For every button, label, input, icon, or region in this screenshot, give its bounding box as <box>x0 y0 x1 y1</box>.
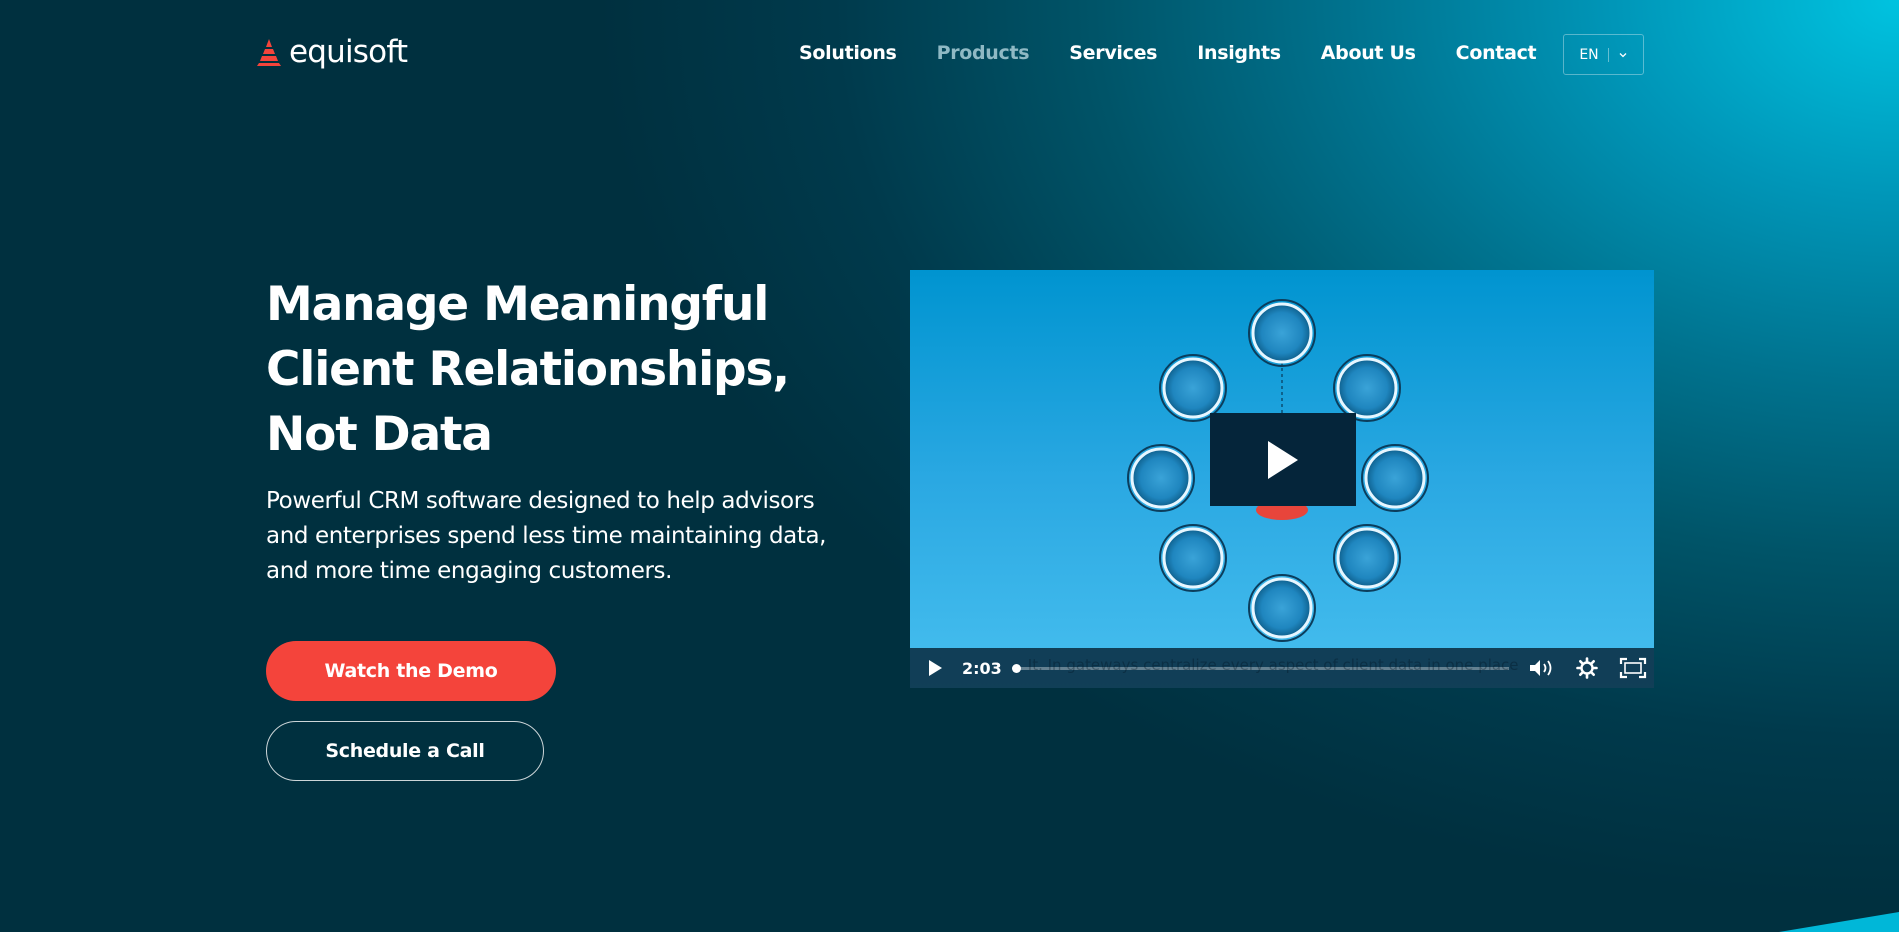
video-time: 2:03 <box>962 658 1002 678</box>
language-selector[interactable]: EN <box>1563 34 1644 75</box>
main-nav: Solutions Products Services Insights Abo… <box>799 42 1576 64</box>
video-caption: It. In gateways centralize every aspect … <box>1027 655 1519 674</box>
big-play-button[interactable] <box>1210 413 1356 506</box>
nav-item-solutions[interactable]: Solutions <box>799 42 897 64</box>
decorative-edge <box>1779 912 1899 932</box>
play-icon[interactable] <box>926 659 944 677</box>
video-player[interactable]: 2:03 It. In gateways centralize every as… <box>910 270 1654 688</box>
nav-item-contact[interactable]: Contact <box>1456 42 1537 64</box>
nav-item-insights[interactable]: Insights <box>1197 42 1281 64</box>
nav-item-services[interactable]: Services <box>1069 42 1157 64</box>
watch-demo-button[interactable]: Watch the Demo <box>266 641 556 701</box>
hero-title: Manage Meaningful Client Relationships, … <box>266 277 790 462</box>
nav-item-products[interactable]: Products <box>937 42 1030 64</box>
language-label: EN <box>1579 46 1599 63</box>
hero-subtitle: Powerful CRM software designed to help a… <box>266 488 827 584</box>
progress-handle[interactable] <box>1011 663 1021 673</box>
chevron-down-icon <box>1619 52 1627 57</box>
video-progress-bar[interactable]: It. In gateways centralize every aspect … <box>1011 656 1519 674</box>
gear-icon[interactable] <box>1573 657 1601 679</box>
equisoft-logo-icon <box>257 39 281 66</box>
logo-text: equisoft <box>289 34 408 70</box>
nav-item-about-us[interactable]: About Us <box>1321 42 1416 64</box>
video-controls: 2:03 It. In gateways centralize every as… <box>910 648 1654 688</box>
fullscreen-icon[interactable] <box>1619 657 1647 679</box>
schedule-call-button[interactable]: Schedule a Call <box>266 721 544 781</box>
volume-icon[interactable] <box>1527 657 1555 679</box>
play-icon <box>1268 440 1298 479</box>
logo[interactable]: equisoft <box>255 34 408 70</box>
language-divider <box>1607 47 1609 62</box>
